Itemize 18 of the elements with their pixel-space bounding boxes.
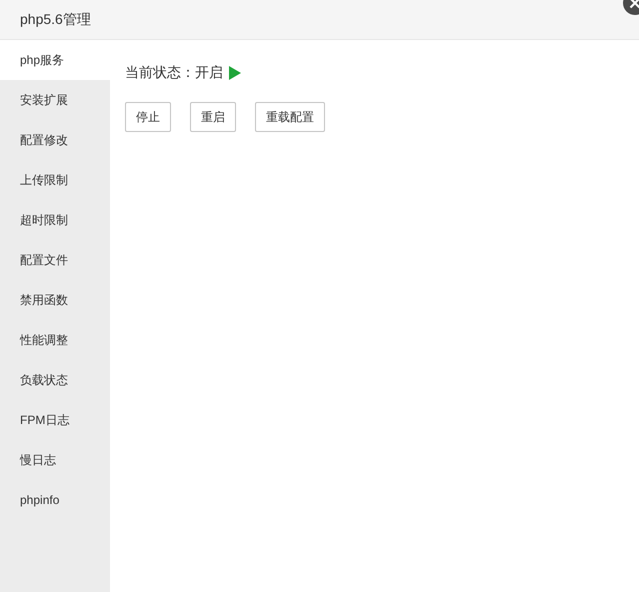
status-label: 当前状态： [125, 64, 195, 82]
sidebar-item[interactable]: php服务 [0, 40, 110, 80]
sidebar-item[interactable]: 超时限制 [0, 200, 110, 240]
sidebar-item[interactable]: 配置修改 [0, 120, 110, 160]
sidebar-item[interactable]: 慢日志 [0, 440, 110, 480]
action-button[interactable]: 重启 [190, 102, 236, 132]
sidebar-item[interactable]: phpinfo [0, 480, 110, 520]
sidebar-item[interactable]: 性能调整 [0, 320, 110, 360]
sidebar-item[interactable]: FPM日志 [0, 400, 110, 440]
action-button[interactable]: 停止 [125, 102, 171, 132]
sidebar-item[interactable]: 配置文件 [0, 240, 110, 280]
sidebar-item[interactable]: 安装扩展 [0, 80, 110, 120]
sidebar-item[interactable]: 上传限制 [0, 160, 110, 200]
action-button[interactable]: 重载配置 [255, 102, 325, 132]
sidebar-item[interactable]: 负载状态 [0, 360, 110, 400]
sidebar-item[interactable]: 禁用函数 [0, 280, 110, 320]
window-title: php5.6管理 [20, 10, 91, 28]
status-value: 开启 [195, 64, 223, 82]
